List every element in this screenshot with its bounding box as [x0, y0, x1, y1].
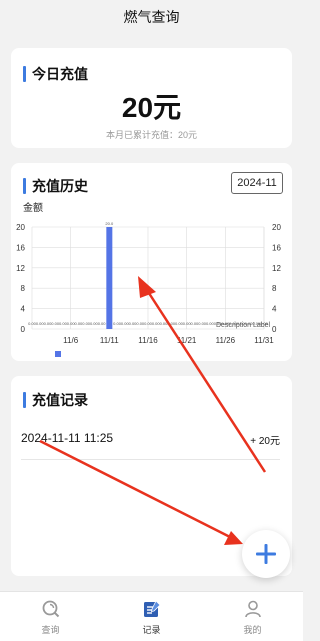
- record-list-item[interactable]: 2024-11-11 11:25 + 20元: [21, 428, 280, 460]
- record-time: 2024-11-11 11:25: [21, 431, 114, 445]
- x-tick-label: 11/21: [177, 336, 197, 345]
- data-label: 20.0: [105, 221, 114, 226]
- y-tick-label-left: 8: [21, 284, 26, 293]
- y-tick-label-left: 4: [21, 305, 26, 314]
- recharge-history-card: 充值历史 2024-11 金额 0 0 4 4 8 8 12 12 16 16 20 20 11/6 11…: [11, 163, 292, 361]
- legend-swatch: [55, 351, 61, 357]
- plus-icon: [256, 544, 276, 564]
- today-card-title: 今日充值: [32, 66, 88, 82]
- x-tick-label: 11/31: [254, 336, 274, 345]
- record-amount: + 20元: [250, 436, 280, 447]
- records-card-title: 充值记录: [32, 392, 88, 408]
- today-card-heading: 今日充值: [23, 64, 88, 84]
- x-tick-label: 11/11: [100, 336, 119, 345]
- tab-label: 记录: [142, 625, 161, 635]
- y-tick-label-left: 20: [16, 223, 25, 232]
- y-tick-label-left: 16: [16, 243, 25, 252]
- month-picker-button[interactable]: 2024-11: [231, 172, 283, 194]
- x-tick-label: 11/26: [216, 336, 236, 345]
- y-tick-label-right: 4: [272, 305, 277, 314]
- legend-label: Description Label: [216, 322, 271, 329]
- add-record-button[interactable]: [242, 530, 290, 578]
- today-recharge-card: 今日充值 20元 本月已累计充值：20元: [11, 48, 292, 148]
- y-tick-label-right: 16: [272, 243, 281, 252]
- bottom-tab-bar: 查询 记录 我的: [0, 591, 303, 641]
- today-amount: 20元: [121, 92, 182, 123]
- page-title: 燃气查询: [123, 9, 180, 25]
- y-tick-label-right: 0: [272, 325, 277, 334]
- history-card-heading: 充值历史: [23, 176, 88, 196]
- records-card-heading: 充值记录: [23, 390, 88, 410]
- y-tick-label-right: 12: [272, 264, 281, 273]
- data-label: 0.00: [98, 321, 107, 326]
- y-tick-label-left: 12: [16, 264, 25, 273]
- tab-label: 查询: [41, 625, 60, 635]
- tab-profile[interactable]: 我的: [202, 592, 303, 641]
- heading-accent-bar: [23, 392, 26, 408]
- recharge-history-chart: 0 0 4 4 8 8 12 12 16 16 20 20 11/6 11/11 11/16 11/21 11/…: [16, 221, 281, 357]
- heading-accent-bar: [23, 66, 26, 82]
- tab-records[interactable]: 记录: [101, 592, 202, 641]
- y-tick-label-right: 8: [272, 284, 277, 293]
- chart-y-axis-label: 金额: [23, 203, 43, 214]
- x-tick-label: 11/16: [138, 336, 158, 345]
- y-tick-label-left: 0: [21, 325, 26, 334]
- y-tick-label-right: 20: [272, 223, 281, 232]
- history-card-title: 充值历史: [32, 178, 88, 194]
- record-icon: [141, 598, 163, 620]
- chart-bar: [106, 227, 113, 329]
- query-icon: [40, 598, 62, 620]
- tab-query[interactable]: 查询: [0, 592, 101, 641]
- heading-accent-bar: [23, 178, 26, 194]
- user-icon: [242, 598, 264, 620]
- x-tick-label: 11/6: [63, 336, 79, 345]
- month-total-text: 本月已累计充值：20元: [105, 130, 197, 140]
- tab-label: 我的: [243, 625, 262, 635]
